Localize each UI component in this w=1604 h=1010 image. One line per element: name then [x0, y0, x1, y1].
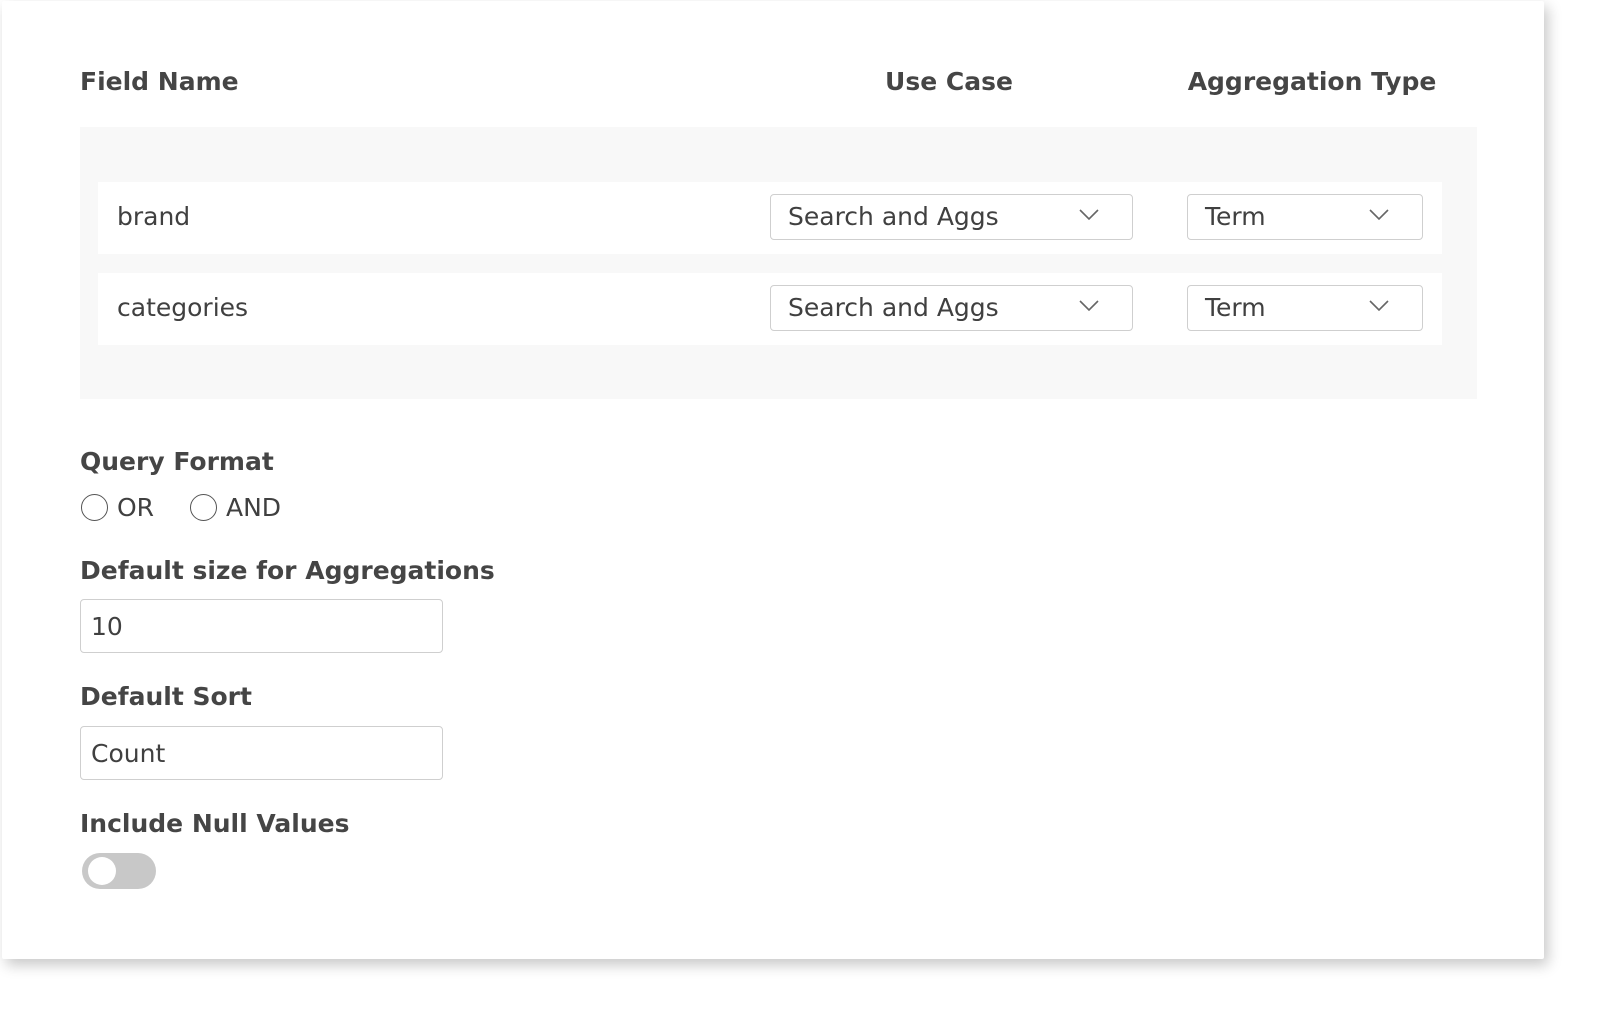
use-case-select-value: Search and Aggs — [788, 293, 999, 322]
default-sort-input[interactable] — [80, 726, 443, 780]
table-row: brand Search and Aggs Term — [98, 182, 1442, 254]
radio-circle-icon[interactable] — [190, 494, 217, 521]
aggregation-type-select[interactable]: Term — [1187, 285, 1423, 331]
use-case-select[interactable]: Search and Aggs — [770, 194, 1133, 240]
fields-table — [80, 127, 1477, 399]
table-row: categories Search and Aggs Term — [98, 273, 1442, 345]
default-size-input[interactable] — [80, 599, 443, 653]
use-case-select-value: Search and Aggs — [788, 202, 999, 231]
query-format-or-radio[interactable]: OR — [80, 491, 160, 525]
chevron-down-icon — [1369, 300, 1389, 312]
query-format-label: Query Format — [80, 447, 274, 476]
default-sort-label: Default Sort — [80, 682, 252, 711]
field-name-cell: brand — [117, 202, 191, 231]
include-null-values-label: Include Null Values — [80, 809, 350, 838]
chevron-down-icon — [1369, 209, 1389, 221]
aggregation-type-select[interactable]: Term — [1187, 194, 1423, 240]
chevron-down-icon — [1079, 300, 1099, 312]
field-name-cell: categories — [117, 293, 249, 322]
radio-label: OR — [117, 493, 155, 522]
radio-circle-icon[interactable] — [81, 494, 108, 521]
include-null-values-toggle[interactable] — [82, 853, 156, 889]
field-name-header: Field Name — [80, 67, 239, 96]
aggregation-type-select-value: Term — [1205, 202, 1266, 231]
aggregation-type-header: Aggregation Type — [1187, 67, 1437, 96]
toggle-knob — [88, 857, 116, 885]
radio-label: AND — [226, 493, 282, 522]
chevron-down-icon — [1079, 209, 1099, 221]
default-size-label: Default size for Aggregations — [80, 556, 495, 585]
use-case-header: Use Case — [885, 67, 1013, 96]
query-format-and-radio[interactable]: AND — [189, 491, 289, 525]
use-case-select[interactable]: Search and Aggs — [770, 285, 1133, 331]
aggregation-type-select-value: Term — [1205, 293, 1266, 322]
settings-card: Field Name Use Case Aggregation Type bra… — [2, 1, 1544, 959]
